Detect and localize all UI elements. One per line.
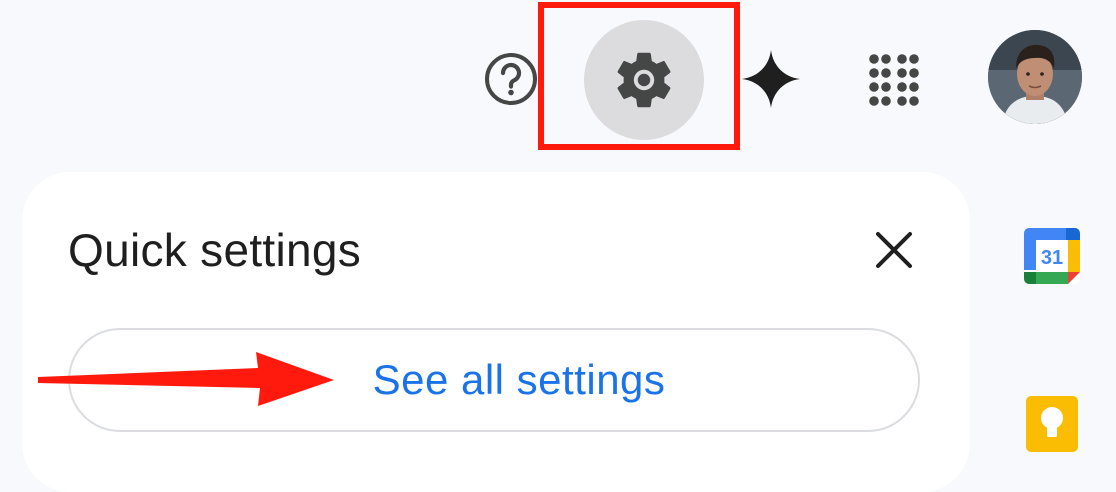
avatar-photo xyxy=(988,30,1082,124)
settings-button[interactable] xyxy=(584,20,704,140)
gemini-sparkle-icon xyxy=(742,50,800,108)
close-icon xyxy=(876,232,912,268)
quick-settings-title: Quick settings xyxy=(68,224,362,276)
gear-icon xyxy=(617,52,671,108)
gemini-button[interactable] xyxy=(736,44,806,114)
google-keep-icon xyxy=(1026,396,1078,452)
calendar-app-button[interactable]: 31 xyxy=(1022,226,1082,286)
help-circle-icon xyxy=(485,53,537,105)
google-apps-button[interactable] xyxy=(856,44,932,114)
account-avatar[interactable] xyxy=(988,30,1082,124)
see-all-settings-button[interactable]: See all settings xyxy=(68,328,920,432)
google-calendar-icon: 31 xyxy=(1024,228,1080,284)
close-button[interactable] xyxy=(866,222,922,278)
calendar-day-number: 31 xyxy=(1041,247,1063,269)
help-button[interactable] xyxy=(478,46,544,112)
see-all-settings-label: See all settings xyxy=(372,356,666,403)
keep-app-button[interactable] xyxy=(1022,394,1082,454)
apps-grid-icon xyxy=(869,54,919,106)
